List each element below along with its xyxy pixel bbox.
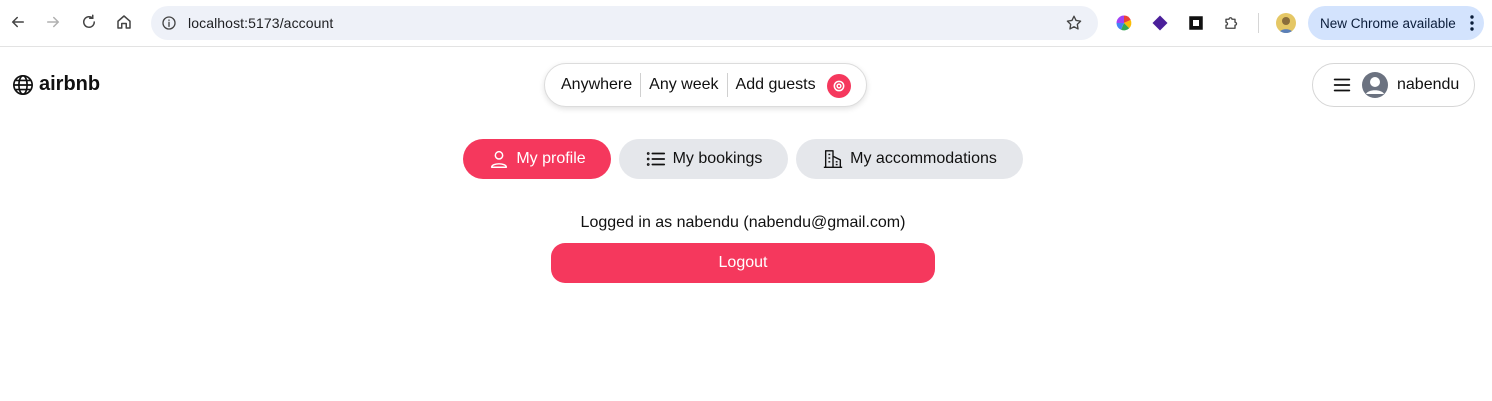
hamburger-menu-icon <box>1333 78 1351 92</box>
building-icon <box>823 150 843 168</box>
chrome-profile-avatar[interactable] <box>1276 13 1296 33</box>
color-wheel-extension-icon[interactable] <box>1113 12 1135 34</box>
logged-in-text: Logged in as nabendu (nabendu@gmail.com) <box>580 214 906 231</box>
user-name: nabendu <box>1397 76 1460 93</box>
tab-my-profile[interactable]: My profile <box>463 139 611 179</box>
airbnb-logo[interactable]: airbnb <box>12 73 100 96</box>
layers-extension-icon[interactable] <box>1149 12 1171 34</box>
user-avatar-icon <box>1362 72 1388 98</box>
user-menu-button[interactable]: nabendu <box>1312 63 1475 107</box>
home-button[interactable] <box>111 9 137 35</box>
arrow-right-icon <box>47 16 60 28</box>
home-icon <box>117 15 131 29</box>
user-icon <box>491 150 508 168</box>
square-extension-icon[interactable] <box>1185 12 1207 34</box>
reload-icon <box>83 14 95 28</box>
chrome-update-button[interactable]: New Chrome available <box>1308 6 1484 40</box>
address-bar[interactable]: localhost:5173/account <box>151 6 1098 40</box>
forward-button[interactable] <box>40 9 66 35</box>
list-icon <box>646 152 665 166</box>
puzzle-extensions-icon[interactable] <box>1221 12 1243 34</box>
update-label: New Chrome available <box>1320 15 1456 31</box>
browser-toolbar: localhost:5173/account New Chrome availa… <box>0 0 1492 47</box>
search-where[interactable]: Anywhere <box>561 76 632 94</box>
tab-my-bookings[interactable]: My bookings <box>619 139 788 179</box>
back-button[interactable] <box>5 9 31 35</box>
more-vertical-icon <box>1470 15 1474 31</box>
search-bar[interactable]: Anywhere Any week Add guests <box>544 63 867 107</box>
tab-label: My profile <box>516 150 586 167</box>
tab-label: My accommodations <box>850 150 997 167</box>
globe-icon <box>13 74 33 95</box>
search-who[interactable]: Add guests <box>736 76 816 94</box>
bookmark-star-icon[interactable] <box>1064 13 1084 33</box>
search-icon <box>833 80 845 92</box>
search-button[interactable] <box>827 74 851 98</box>
logo-text: airbnb <box>39 73 101 95</box>
tab-label: My bookings <box>672 150 763 167</box>
logout-button[interactable]: Logout <box>551 243 935 283</box>
arrow-left-icon <box>11 16 24 28</box>
search-when[interactable]: Any week <box>649 76 718 94</box>
reload-button[interactable] <box>76 9 102 35</box>
tab-my-accommodations[interactable]: My accommodations <box>796 139 1023 179</box>
toolbar-divider <box>1258 13 1259 33</box>
search-divider <box>640 73 642 97</box>
search-divider <box>726 73 728 97</box>
url-text: localhost:5173/account <box>188 15 334 31</box>
site-info-icon[interactable] <box>159 13 179 33</box>
